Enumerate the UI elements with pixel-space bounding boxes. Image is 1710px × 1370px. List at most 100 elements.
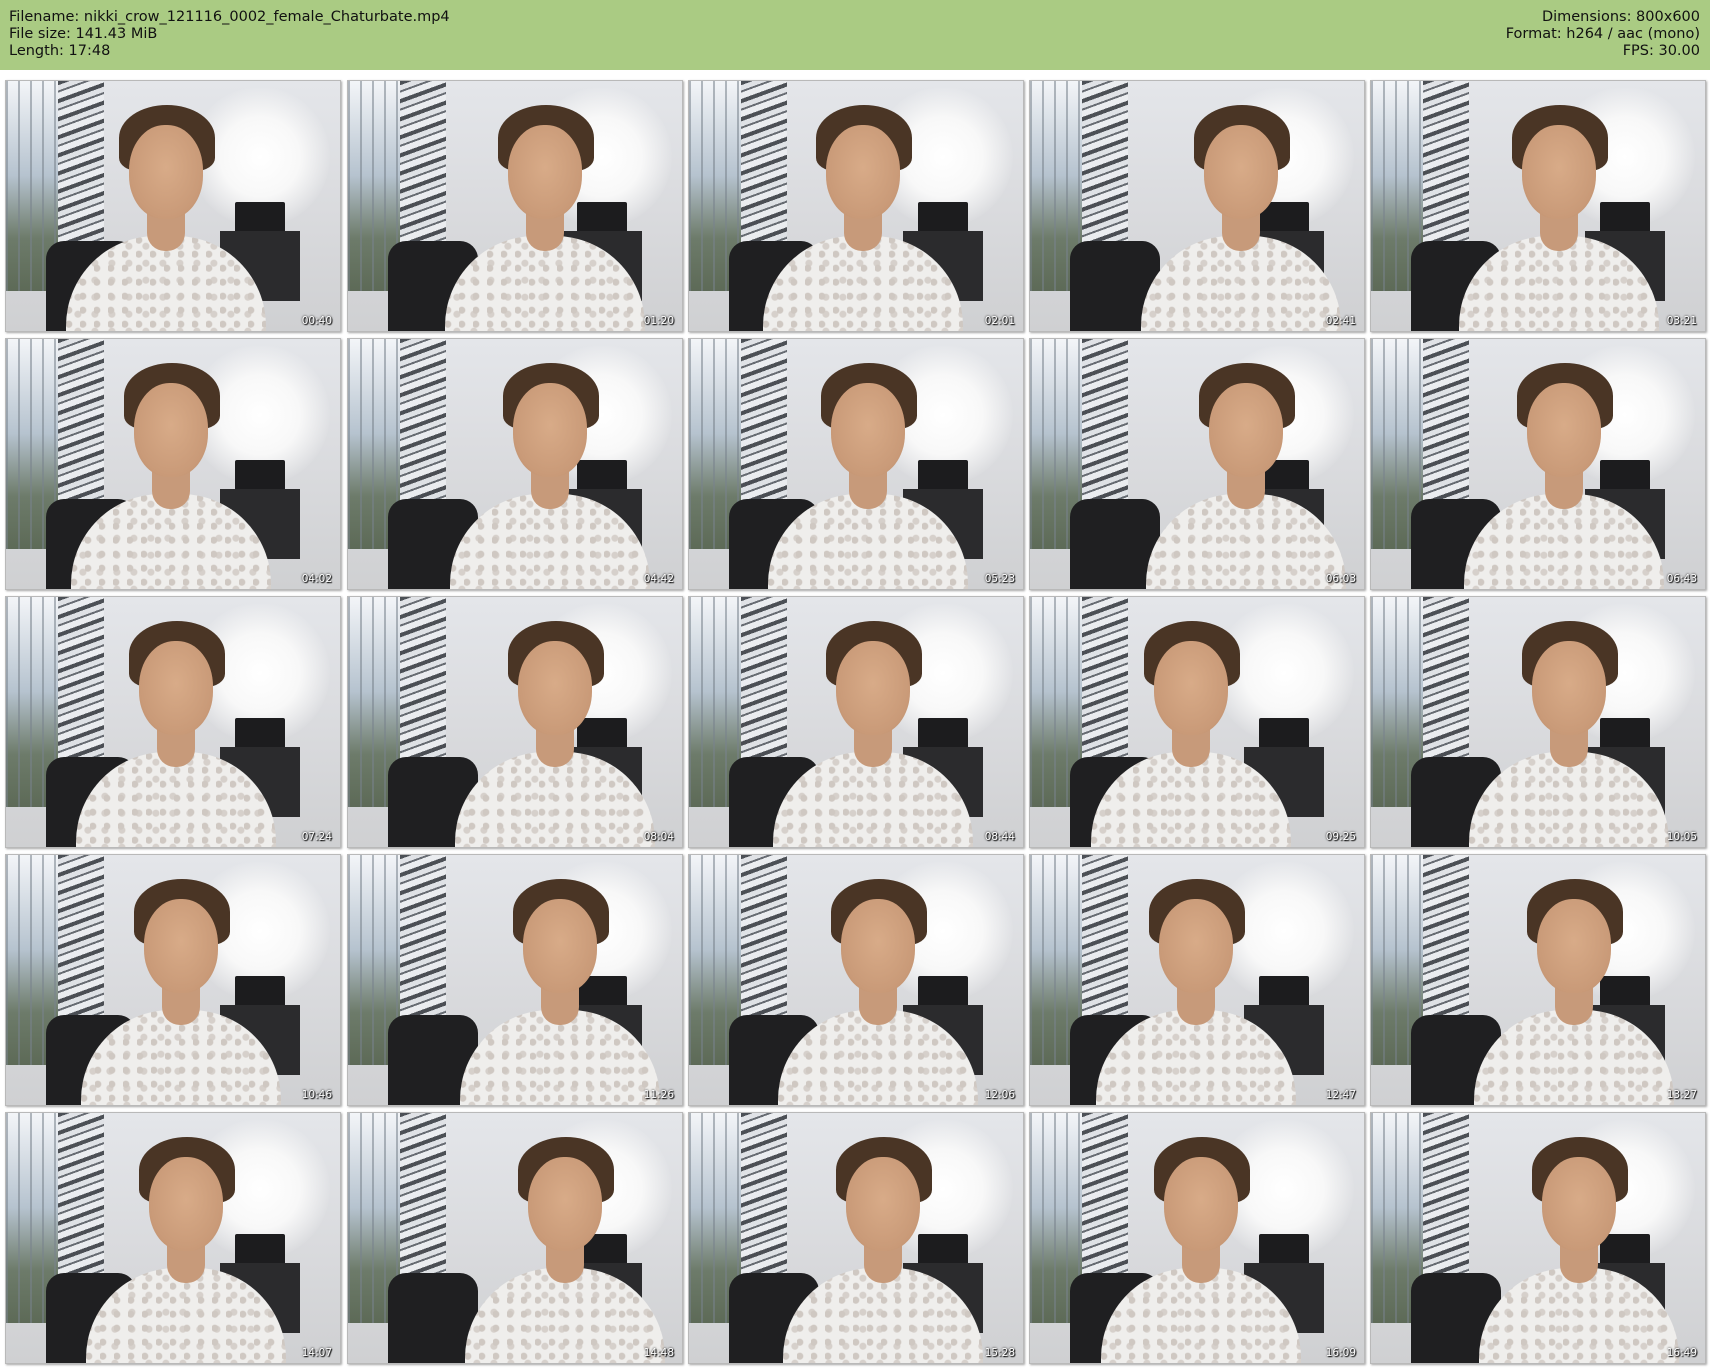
- video-thumbnail[interactable]: 08:44: [688, 596, 1024, 848]
- thumbnail-frame: [1371, 597, 1705, 847]
- person-figure: [1459, 855, 1689, 1105]
- thumbnail-frame: [6, 339, 340, 589]
- video-thumbnail[interactable]: 14:48: [347, 1112, 683, 1364]
- video-thumbnail[interactable]: 16:49: [1370, 1112, 1706, 1364]
- face: [831, 383, 905, 477]
- video-thumbnail[interactable]: 08:04: [347, 596, 683, 848]
- video-thumbnail[interactable]: 02:41: [1029, 80, 1365, 332]
- person-figure: [440, 597, 670, 847]
- filename-text: Filename: nikki_crow_121116_0002_female_…: [9, 9, 450, 25]
- thumbnail-frame: [348, 855, 682, 1105]
- person-figure: [71, 1113, 301, 1363]
- file-info-right: Dimensions: 800x600 Format: h264 / aac (…: [1506, 9, 1700, 60]
- face: [134, 383, 208, 477]
- timestamp-label: 12:47: [1325, 1089, 1356, 1101]
- video-thumbnail[interactable]: 10:46: [5, 854, 341, 1106]
- face: [1159, 899, 1233, 993]
- video-thumbnail[interactable]: 06:03: [1029, 338, 1365, 590]
- face: [836, 641, 910, 735]
- video-thumbnail[interactable]: 05:23: [688, 338, 1024, 590]
- video-thumbnail[interactable]: 04:42: [347, 338, 683, 590]
- video-thumbnail[interactable]: 06:43: [1370, 338, 1706, 590]
- timestamp-label: 08:44: [984, 831, 1015, 843]
- face: [518, 641, 592, 735]
- video-thumbnail[interactable]: 13:27: [1370, 854, 1706, 1106]
- dimensions-text: Dimensions: 800x600: [1541, 9, 1700, 25]
- face: [841, 899, 915, 993]
- thumbnail-frame: [1371, 855, 1705, 1105]
- face: [508, 125, 582, 219]
- video-thumbnail[interactable]: 11:26: [347, 854, 683, 1106]
- face: [129, 125, 203, 219]
- face: [1209, 383, 1283, 477]
- person-figure: [1444, 81, 1674, 331]
- thumbnail-frame: [348, 81, 682, 331]
- person-figure: [753, 339, 983, 589]
- timestamp-label: 03:21: [1666, 315, 1697, 327]
- thumbnail-frame: [1030, 339, 1364, 589]
- face: [139, 641, 213, 735]
- thumbnail-frame: [1371, 81, 1705, 331]
- video-thumbnail[interactable]: 00:40: [5, 80, 341, 332]
- format-text: Format: h264 / aac (mono): [1505, 26, 1700, 42]
- person-figure: [1076, 597, 1306, 847]
- file-size-text: File size: 141.43 MiB: [9, 26, 158, 42]
- person-figure: [748, 81, 978, 331]
- person-figure: [1086, 1113, 1316, 1363]
- timestamp-label: 04:42: [643, 573, 674, 585]
- timestamp-label: 10:05: [1666, 831, 1697, 843]
- thumbnail-frame: [1371, 1113, 1705, 1363]
- face: [1164, 1157, 1238, 1251]
- thumbnail-frame: [348, 1113, 682, 1363]
- person-figure: [450, 1113, 680, 1363]
- person-figure: [1464, 1113, 1694, 1363]
- person-figure: [1126, 81, 1356, 331]
- video-thumbnail[interactable]: 16:09: [1029, 1112, 1365, 1364]
- person-figure: [61, 597, 291, 847]
- video-thumbnail[interactable]: 07:24: [5, 596, 341, 848]
- face: [1204, 125, 1278, 219]
- video-thumbnail[interactable]: 09:25: [1029, 596, 1365, 848]
- fps-text: FPS: 30.00: [1622, 43, 1700, 59]
- face: [1537, 899, 1611, 993]
- timestamp-label: 15:28: [984, 1347, 1015, 1359]
- thumbnail-frame: [6, 81, 340, 331]
- thumbnail-frame: [1030, 855, 1364, 1105]
- thumbnail-frame: [348, 597, 682, 847]
- timestamp-label: 02:41: [1325, 315, 1356, 327]
- thumbnail-frame: [689, 1113, 1023, 1363]
- face: [1154, 641, 1228, 735]
- video-thumbnail[interactable]: 12:06: [688, 854, 1024, 1106]
- person-figure: [435, 339, 665, 589]
- timestamp-label: 06:03: [1325, 573, 1356, 585]
- person-figure: [763, 855, 993, 1105]
- thumbnail-frame: [689, 597, 1023, 847]
- timestamp-label: 01:20: [643, 315, 674, 327]
- video-thumbnail[interactable]: 15:28: [688, 1112, 1024, 1364]
- face: [528, 1157, 602, 1251]
- video-thumbnail[interactable]: 03:21: [1370, 80, 1706, 332]
- person-figure: [56, 339, 286, 589]
- video-thumbnail[interactable]: 10:05: [1370, 596, 1706, 848]
- thumbnail-frame: [689, 81, 1023, 331]
- thumbnail-frame: [6, 855, 340, 1105]
- timestamp-label: 14:48: [643, 1347, 674, 1359]
- video-thumbnail[interactable]: 14:07: [5, 1112, 341, 1364]
- timestamp-label: 09:25: [1325, 831, 1356, 843]
- person-figure: [430, 81, 660, 331]
- video-thumbnail[interactable]: 04:02: [5, 338, 341, 590]
- video-thumbnail[interactable]: 02:01: [688, 80, 1024, 332]
- video-thumbnail[interactable]: 01:20: [347, 80, 683, 332]
- person-figure: [1454, 597, 1684, 847]
- thumbnail-frame: [1030, 597, 1364, 847]
- timestamp-label: 14:07: [301, 1347, 332, 1359]
- thumbnail-frame: [689, 855, 1023, 1105]
- person-figure: [51, 81, 281, 331]
- person-figure: [768, 1113, 998, 1363]
- timestamp-label: 10:46: [301, 1089, 332, 1101]
- video-thumbnail[interactable]: 12:47: [1029, 854, 1365, 1106]
- timestamp-label: 02:01: [984, 315, 1015, 327]
- thumbnail-frame: [1030, 81, 1364, 331]
- face: [523, 899, 597, 993]
- face: [513, 383, 587, 477]
